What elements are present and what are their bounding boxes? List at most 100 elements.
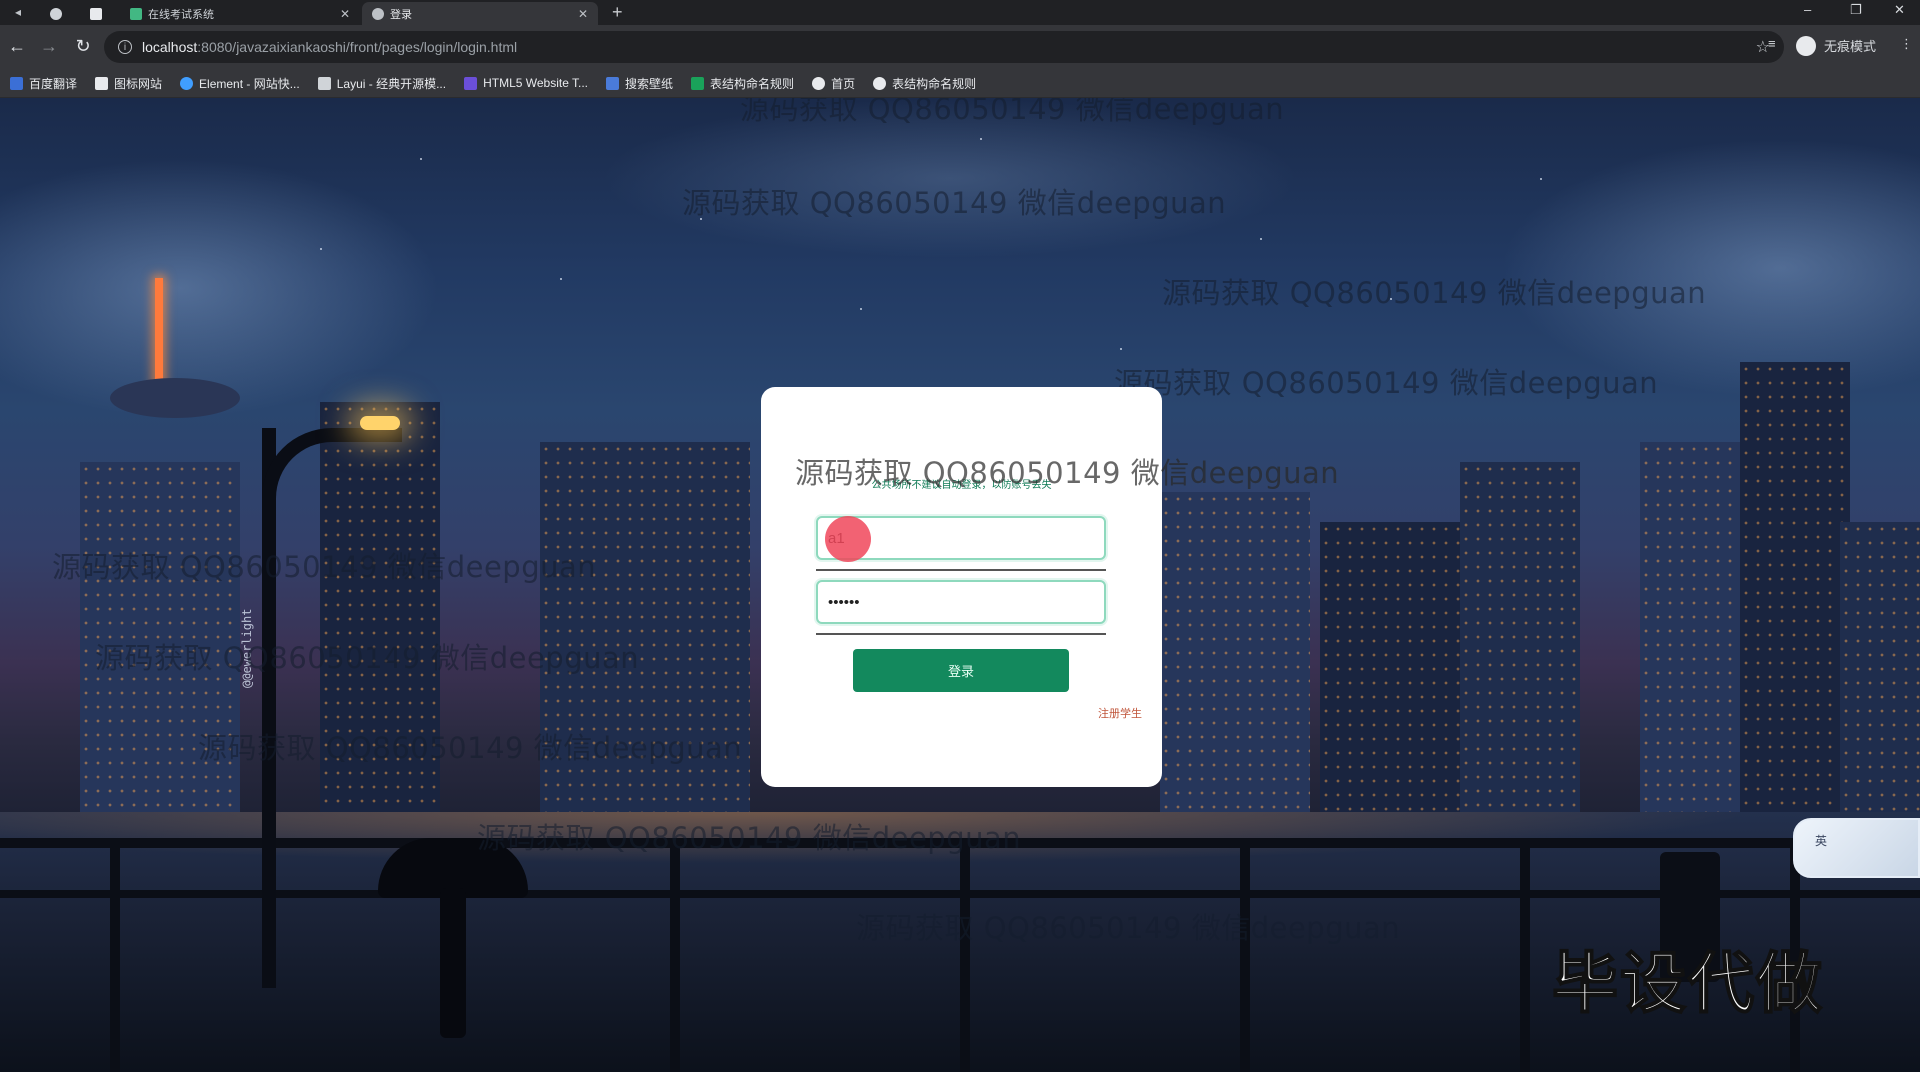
bookmark-item[interactable]: 百度翻译 <box>10 75 77 92</box>
watermark: 源码获取 QQ86050149 微信deepguan <box>795 456 1340 490</box>
doc-icon <box>691 76 705 90</box>
tab-pinned-1[interactable] <box>40 2 76 25</box>
bookmark-item[interactable]: Element - 网站快... <box>180 75 300 92</box>
bookmark-label: Element - 网站快... <box>199 76 300 91</box>
login-page: @@ewerlight 源码获取 QQ86050149 微信deepguan 源… <box>0 98 1920 1072</box>
bookmark-label: HTML5 Website T... <box>483 76 589 90</box>
bookmark-label: 百度翻译 <box>29 76 78 91</box>
url-text[interactable]: localhost:8080/javazaixiankaoshi/front/p… <box>142 39 517 55</box>
login-card: 公共场所不建议自动登录，以防账号丢失 登录 注册学生 <box>761 387 1162 787</box>
html5-icon <box>464 76 478 90</box>
tab-exam-system[interactable]: 在线考试系统 ✕ <box>120 2 360 25</box>
login-button[interactable]: 登录 <box>853 649 1069 692</box>
bookmark-label: 图标网站 <box>114 76 163 91</box>
browser-toolbar: ← → ↻ i localhost:8080/javazaixiankaoshi… <box>0 25 1920 69</box>
window-icon <box>90 7 102 20</box>
click-indicator <box>825 516 871 562</box>
back-button[interactable]: ← <box>6 35 28 57</box>
translate-icon <box>10 76 23 90</box>
bookmark-item[interactable]: Layui - 经典开源模... <box>317 75 447 92</box>
menu-icon[interactable]: ⋮ <box>1900 36 1913 52</box>
speaker-icon[interactable]: ◂ <box>8 3 28 21</box>
reload-button[interactable]: ↻ <box>72 35 94 57</box>
bookmark-label: 搜索壁纸 <box>625 76 674 91</box>
bookmark-item[interactable]: 表结构命名规则 <box>691 75 794 92</box>
minimize-button[interactable]: – <box>1804 2 1811 17</box>
password-underline <box>816 633 1106 635</box>
tab-title: 登录 <box>390 8 412 21</box>
bookmark-item[interactable]: 首页 <box>812 75 855 92</box>
bookmark-item[interactable]: 图标网站 <box>95 75 162 92</box>
incognito-avatar-icon[interactable] <box>1796 36 1816 56</box>
lamp-arm <box>262 428 402 508</box>
tab-login[interactable]: 登录 ✕ <box>362 2 598 25</box>
watermark: 源码获取 QQ86050149 微信deepguan <box>1114 366 1659 400</box>
bookmark-label: Layui - 经典开源模... <box>336 76 447 91</box>
building <box>1740 362 1850 822</box>
browser-tab-strip: ◂ 在线考试系统 ✕ 登录 ✕ + – ❐ ✕ <box>0 0 1920 25</box>
building <box>1320 522 1470 822</box>
watermark: 源码获取 QQ86050149 微信deepguan <box>682 186 1227 220</box>
railing-post <box>1520 838 1530 1072</box>
ime-language-label: 英 <box>1815 834 1828 848</box>
railing-post <box>1240 838 1250 1072</box>
close-window-button[interactable]: ✕ <box>1894 2 1905 18</box>
globe-icon <box>812 76 826 90</box>
watermark: 源码获取 QQ86050149 微信deepguan <box>477 821 1022 855</box>
bookmarks-bar: 百度翻译 图标网站 Element - 网站快... Layui - 经典开源模… <box>0 69 1920 98</box>
wallpaper-icon <box>606 76 620 90</box>
lamp-post <box>262 428 276 988</box>
restore-button[interactable]: ❐ <box>1850 2 1862 18</box>
bookmark-item[interactable]: 搜索壁纸 <box>606 75 673 92</box>
railing-post <box>110 838 120 1072</box>
site-info-icon[interactable]: i <box>118 40 132 54</box>
close-icon[interactable]: ✕ <box>340 7 350 21</box>
building <box>1160 492 1310 822</box>
watermark: 源码获取 QQ86050149 微信deepguan <box>52 550 597 584</box>
star <box>1260 238 1262 240</box>
username-underline <box>816 569 1106 571</box>
building <box>1840 522 1920 822</box>
url-path: :8080/javazaixiankaoshi/front/pages/logi… <box>197 39 518 55</box>
promo-overlay-text: 毕设代做 <box>1551 944 1824 1023</box>
password-input[interactable] <box>816 580 1106 624</box>
watermark: 源码获取 QQ86050149 微信deepguan <box>1162 276 1707 310</box>
watermark: 源码获取 QQ86050149 微信deepguan <box>856 911 1401 945</box>
bookmark-label: 首页 <box>831 76 856 91</box>
reading-list-icon[interactable]: ≡ <box>1768 36 1776 51</box>
url-host: localhost <box>142 39 198 55</box>
tab-title: 在线考试系统 <box>148 8 214 21</box>
person-silhouette <box>440 888 466 1038</box>
bookmark-label: 表结构命名规则 <box>710 76 795 91</box>
star <box>1120 348 1122 350</box>
new-tab-button[interactable]: + <box>612 2 623 23</box>
layui-icon <box>317 76 331 90</box>
globe-icon <box>50 7 62 20</box>
element-icon <box>180 76 194 90</box>
cloud <box>1500 138 1920 398</box>
close-icon[interactable]: ✕ <box>578 7 588 21</box>
bookmark-item[interactable]: HTML5 Website T... <box>464 76 588 90</box>
globe-icon <box>873 76 887 90</box>
flag-icon <box>95 76 109 90</box>
watermark: 源码获取 QQ86050149 微信deepguan <box>198 731 743 765</box>
star <box>560 278 562 280</box>
bookmark-item[interactable]: 表结构命名规则 <box>873 75 976 92</box>
watermark: 源码获取 QQ86050149 微信deepguan <box>95 641 640 675</box>
register-student-link[interactable]: 注册学生 <box>1098 705 1142 721</box>
tower-spire <box>155 278 163 388</box>
watermark: 源码获取 QQ86050149 微信deepguan <box>740 98 1285 126</box>
ime-floating-widget[interactable]: 英 <box>1793 818 1920 878</box>
address-bar[interactable]: i localhost:8080/javazaixiankaoshi/front… <box>104 31 1784 63</box>
tab-pinned-2[interactable] <box>80 2 116 25</box>
profile-label[interactable]: 无痕模式 <box>1824 36 1876 55</box>
railing-post <box>670 838 680 1072</box>
tower-top <box>110 378 240 418</box>
star <box>320 248 322 250</box>
vue-icon <box>130 7 142 20</box>
star <box>420 158 422 160</box>
bookmark-label: 表结构命名规则 <box>892 76 977 91</box>
cloud <box>0 158 440 418</box>
star <box>980 138 982 140</box>
forward-button[interactable]: → <box>38 35 60 57</box>
